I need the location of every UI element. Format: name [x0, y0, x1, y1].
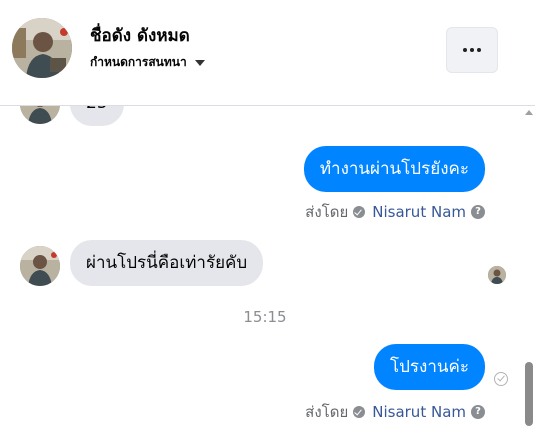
sent-by-label: ส่งโดย — [305, 403, 349, 421]
check-circle-icon — [353, 406, 366, 418]
contact-avatar[interactable] — [12, 18, 72, 78]
contact-name[interactable]: ชื่อดัง ดังหมด — [90, 22, 190, 49]
message-text: ผ่านโปรนี่คือเท่ารัยคับ — [86, 253, 248, 273]
more-options-button[interactable] — [446, 27, 498, 73]
conversation-settings-label: กำหนดการสนทนา — [90, 55, 187, 69]
sender-avatar[interactable] — [20, 106, 60, 124]
sent-by-label: ส่งโดย — [305, 203, 349, 221]
conversation-header: ชื่อดัง ดังหมด กำหนดการสนทนา — [0, 0, 535, 106]
read-receipt-avatar — [488, 266, 506, 284]
message-bubble-outgoing[interactable]: ทำงานผ่านโปรยังคะ — [303, 146, 485, 192]
sender-name-link[interactable]: Nisarut Nam — [372, 203, 466, 221]
message-text: โปรงานค่ะ — [389, 357, 469, 377]
sent-status-icon — [494, 372, 508, 386]
check-circle-icon — [353, 206, 366, 218]
sent-by-row: ส่งโดย Nisarut Nam ? — [305, 200, 485, 224]
message-text: 25 — [86, 106, 108, 113]
message-text: ทำงานผ่านโปรยังคะ — [319, 159, 469, 179]
sent-by-row: ส่งโดย Nisarut Nam ? — [305, 400, 485, 424]
more-horizontal-icon — [463, 48, 467, 52]
scrollbar-thumb[interactable] — [525, 362, 533, 426]
caret-down-icon — [194, 59, 205, 66]
message-thread: 25 ทำงานผ่านโปรยังคะ ส่งโดย Nisarut Nam … — [0, 106, 535, 428]
message-bubble-outgoing[interactable]: โปรงานค่ะ — [373, 344, 485, 390]
conversation-settings-dropdown[interactable]: กำหนดการสนทนา — [90, 53, 205, 72]
message-bubble-incoming[interactable]: 25 — [70, 106, 124, 126]
sender-avatar[interactable] — [20, 246, 60, 286]
scroll-up-arrow-icon[interactable] — [525, 110, 533, 115]
help-icon[interactable]: ? — [471, 205, 485, 219]
message-timestamp: 15:15 — [243, 308, 287, 326]
help-icon[interactable]: ? — [471, 405, 485, 419]
message-bubble-incoming[interactable]: ผ่านโปรนี่คือเท่ารัยคับ — [70, 240, 264, 286]
sender-name-link[interactable]: Nisarut Nam — [372, 403, 466, 421]
